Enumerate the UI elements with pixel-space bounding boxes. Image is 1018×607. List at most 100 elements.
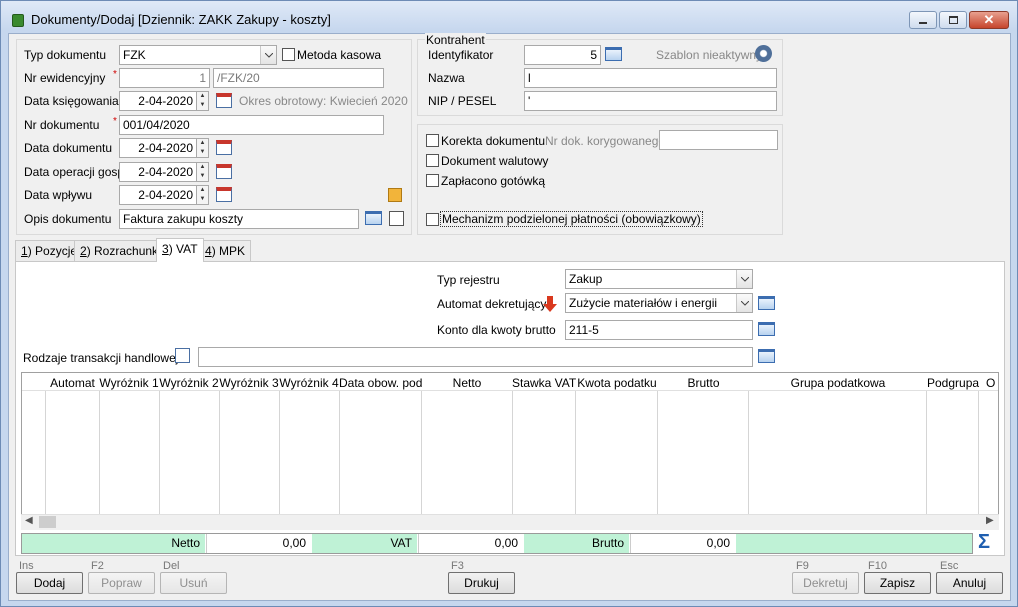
column-divider xyxy=(512,391,513,514)
usun-button[interactable]: Usuń xyxy=(160,572,227,594)
column-header[interactable]: Netto xyxy=(422,374,512,392)
automat-select[interactable]: Zużycie materiałów i energii xyxy=(565,293,753,313)
edit-icon[interactable] xyxy=(389,211,404,226)
column-header[interactable]: Wyróżnik 3 xyxy=(219,374,279,392)
popraw-button[interactable]: Popraw xyxy=(88,572,155,594)
folder-icon[interactable] xyxy=(365,211,382,225)
folder-icon[interactable] xyxy=(605,47,622,61)
walutowy-label: Dokument walutowy xyxy=(441,154,549,168)
data-ksiegowania-spinner[interactable]: ▲ ▼ xyxy=(197,91,209,111)
edit-list-icon[interactable] xyxy=(175,348,190,363)
data-operacji-input[interactable]: 2-04-2020 xyxy=(119,162,197,182)
horizontal-scrollbar[interactable] xyxy=(21,514,999,530)
chevron-down-icon xyxy=(736,270,752,288)
sigma-icon[interactable]: Σ xyxy=(978,531,990,554)
tab-pozycje-label: ) Pozycje xyxy=(27,244,78,258)
metoda-kasowa-label: Metoda kasowa xyxy=(297,48,382,62)
close-button[interactable]: ✕ xyxy=(969,11,1009,29)
calendar-icon[interactable] xyxy=(216,93,232,108)
opis-dokumentu-label: Opis dokumentu xyxy=(24,212,112,226)
column-header[interactable]: Wyróżnik 1 xyxy=(99,374,159,392)
korekta-label: Korekta dokumentu xyxy=(441,134,546,148)
scrollbar-thumb[interactable] xyxy=(39,516,56,528)
vat-grid[interactable] xyxy=(21,372,999,530)
rodzaje-input[interactable] xyxy=(198,347,753,367)
mechanizm-checkbox[interactable] xyxy=(426,213,439,226)
folder-icon[interactable] xyxy=(758,322,775,336)
nr-ewidencyjny-suffix[interactable]: /FZK/20 xyxy=(213,68,384,88)
column-header[interactable]: Grupa podatkowa xyxy=(749,374,927,392)
metoda-kasowa-checkbox[interactable] xyxy=(282,48,295,61)
scroll-right-icon[interactable]: ▶ xyxy=(986,515,994,526)
walutowy-checkbox[interactable] xyxy=(426,154,439,167)
tab-vat[interactable]: 3) VAT xyxy=(156,238,204,262)
chevron-down-icon xyxy=(260,46,276,64)
dodaj-button[interactable]: Dodaj xyxy=(16,572,83,594)
automat-value: Zużycie materiałów i energii xyxy=(569,296,718,310)
column-header[interactable]: Wyróżnik 2 xyxy=(159,374,219,392)
zapisz-button[interactable]: Zapisz xyxy=(864,572,931,594)
folder-icon[interactable] xyxy=(758,349,775,363)
tab-mpk[interactable]: 4) MPK xyxy=(199,240,252,261)
arrow-down-icon[interactable] xyxy=(542,295,558,313)
tab-rozrachunki[interactable]: 2) Rozrachunki xyxy=(74,240,167,261)
scroll-left-icon[interactable]: ◀ xyxy=(25,515,33,526)
nr-dokumentu-input[interactable]: 001/04/2020 xyxy=(119,115,384,135)
korekta-checkbox[interactable] xyxy=(426,134,439,147)
column-header[interactable]: Automat xyxy=(46,374,99,392)
nip-input[interactable]: ' xyxy=(524,91,777,111)
minimize-button[interactable] xyxy=(909,11,937,29)
column-header[interactable]: O xyxy=(986,374,998,392)
data-dokumentu-spinner[interactable]: ▲ ▼ xyxy=(197,138,209,158)
gotowka-checkbox[interactable] xyxy=(426,174,439,187)
maximize-button[interactable] xyxy=(939,11,967,29)
identyfikator-input[interactable]: 5 xyxy=(524,45,601,65)
data-ksiegowania-input[interactable]: 2-04-2020 xyxy=(119,91,197,111)
column-header[interactable]: Stawka VAT xyxy=(512,374,576,392)
nazwa-label: Nazwa xyxy=(428,71,465,85)
gear-icon[interactable] xyxy=(755,45,772,62)
column-divider xyxy=(99,391,100,514)
tab-vat-key: 3 xyxy=(162,242,169,256)
konto-input[interactable]: 211-5 xyxy=(565,320,753,340)
summary-bar: Netto 0,00 VAT 0,00 Brutto 0,00 xyxy=(21,533,973,554)
data-wplywu-spinner[interactable]: ▲ ▼ xyxy=(197,185,209,205)
data-wplywu-input[interactable]: 2-04-2020 xyxy=(119,185,197,205)
nazwa-input[interactable]: l xyxy=(524,68,777,88)
vat-value: 0,00 xyxy=(418,534,523,553)
calendar-icon[interactable] xyxy=(216,164,232,179)
column-header[interactable]: Wyróżnik 4 xyxy=(279,374,339,392)
dekretuj-button[interactable]: Dekretuj xyxy=(792,572,859,594)
maximize-icon xyxy=(948,16,958,24)
drukuj-button[interactable]: Drukuj xyxy=(448,572,515,594)
anuluj-button[interactable]: Anuluj xyxy=(936,572,1003,594)
column-header[interactable]: Kwota podatku xyxy=(576,374,658,392)
mechanizm-label: Mechanizm podzielonej płatności (obowiąz… xyxy=(440,211,703,227)
calendar-icon[interactable] xyxy=(216,187,232,202)
identyfikator-label: Identyfikator xyxy=(428,48,494,62)
nr-dok-korygowanego-input[interactable] xyxy=(659,130,778,150)
szablon-text: Szablon nieaktywny xyxy=(656,48,763,62)
column-divider xyxy=(421,391,422,514)
dekretuj-shortcut: F9 xyxy=(796,560,809,572)
nr-ewidencyjny-number[interactable]: 1 xyxy=(119,68,210,88)
data-operacji-spinner[interactable]: ▲ ▼ xyxy=(197,162,209,182)
calendar-icon[interactable] xyxy=(216,140,232,155)
close-icon: ✕ xyxy=(983,12,995,27)
automat-label: Automat dekretujący xyxy=(437,297,547,311)
kontrahent-group-label: Kontrahent xyxy=(425,33,486,47)
data-dokumentu-input[interactable]: 2-04-2020 xyxy=(119,138,197,158)
column-header[interactable]: Brutto xyxy=(658,374,749,392)
folder-icon[interactable] xyxy=(758,296,775,310)
notes-icon[interactable] xyxy=(388,188,402,202)
typ-dokumentu-label: Typ dokumentu xyxy=(24,48,107,62)
column-header[interactable]: Data obow. pod. xyxy=(339,374,422,392)
tab-rozrachunki-key: 2 xyxy=(80,244,87,258)
column-header[interactable]: Podgrupa xyxy=(927,374,979,392)
typ-rejestru-select[interactable]: Zakup xyxy=(565,269,753,289)
brutto-value: 0,00 xyxy=(630,534,735,553)
tab-pozycje[interactable]: 1) Pozycje xyxy=(15,240,84,261)
data-wplywu-label: Data wpływu xyxy=(24,188,93,202)
typ-dokumentu-select[interactable]: FZK xyxy=(119,45,277,65)
opis-dokumentu-input[interactable]: Faktura zakupu koszty xyxy=(119,209,359,229)
